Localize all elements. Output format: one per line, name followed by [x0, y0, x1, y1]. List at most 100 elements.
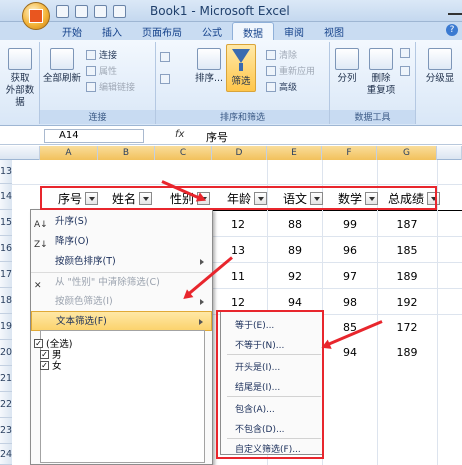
chevron-right-icon [200, 259, 204, 265]
group-label-connections: 连接 [40, 110, 155, 124]
column-header-e[interactable]: E [267, 146, 322, 160]
row-header[interactable]: 16 [0, 236, 12, 262]
select-all-corner[interactable] [0, 146, 40, 160]
column-header-g[interactable]: G [377, 146, 437, 160]
row-header[interactable]: 19 [0, 314, 12, 340]
column-header-f[interactable]: F [322, 146, 377, 160]
group-data-tools: 分列 删除 重复项 数据工具 [330, 42, 416, 124]
row-header[interactable]: 15 [0, 210, 12, 236]
cell[interactable]: 12 [218, 218, 258, 231]
cell[interactable]: 88 [275, 218, 315, 231]
checkbox-female[interactable]: ✓ 女 [40, 358, 62, 372]
advanced-button[interactable]: 高级 [266, 80, 297, 93]
column-header-d[interactable]: D [212, 146, 267, 160]
help-icon[interactable]: ? [446, 24, 458, 36]
ribbon: 获取 外部数据 全部刷新 连接 属性 编辑链接 连接 排序... 清除 重新应用… [0, 40, 462, 126]
save-icon[interactable] [56, 4, 69, 18]
row-header[interactable]: 23 [0, 418, 12, 444]
row-header[interactable]: 21 [0, 366, 12, 392]
cell[interactable]: 13 [218, 244, 258, 257]
group-label-sort-filter: 排序和筛选 [156, 110, 329, 124]
properties-icon [86, 65, 96, 76]
cell[interactable]: 172 [387, 321, 427, 334]
tab-insert[interactable]: 插入 [92, 22, 132, 40]
filter-button[interactable]: 筛选 [226, 44, 256, 92]
sort-za-icon [160, 74, 170, 84]
menu-item-sort-by-color[interactable]: 按颜色排序(T) [31, 252, 212, 272]
tab-view[interactable]: 视图 [314, 22, 354, 40]
annotation-header-box [40, 186, 437, 210]
outline-icon [428, 48, 452, 70]
office-logo-icon [29, 9, 43, 23]
cell[interactable]: 99 [330, 218, 370, 231]
sort-button[interactable]: 排序... [192, 48, 226, 85]
row-header[interactable]: 20 [0, 340, 12, 366]
cell[interactable]: 94 [275, 296, 315, 309]
outline-button[interactable]: 分级显 [418, 48, 462, 85]
connections-button[interactable]: 连接 [86, 48, 117, 61]
row-header[interactable]: 22 [0, 392, 12, 418]
cell[interactable]: 185 [387, 244, 427, 257]
tab-data[interactable]: 数据 [232, 22, 274, 40]
row-header[interactable]: 13 [0, 160, 12, 184]
column-header-c[interactable]: C [155, 146, 212, 160]
cell[interactable]: 11 [218, 270, 258, 283]
cell[interactable]: 189 [387, 270, 427, 283]
column-header-b[interactable]: B [98, 146, 155, 160]
tab-formulas[interactable]: 公式 [192, 22, 232, 40]
column-header-h[interactable] [437, 146, 462, 160]
cell[interactable]: 89 [275, 244, 315, 257]
tab-review[interactable]: 审阅 [274, 22, 314, 40]
chevron-right-icon [199, 319, 203, 325]
menu-item-text-filter[interactable]: 文本筛选(F) [31, 311, 212, 331]
column-header-a[interactable]: A [40, 146, 98, 160]
remove-duplicates-button[interactable]: 删除 重复项 [364, 48, 398, 97]
split-button[interactable]: 分列 [332, 48, 362, 85]
cell[interactable]: 96 [330, 244, 370, 257]
cell[interactable]: 189 [387, 346, 427, 359]
external-data-icon [8, 48, 32, 70]
fx-icon[interactable]: fx [175, 129, 184, 140]
get-external-data-button[interactable]: 获取 外部数据 [2, 48, 38, 109]
reapply-button[interactable]: 重新应用 [266, 64, 315, 77]
cell[interactable]: 187 [387, 218, 427, 231]
tab-home[interactable]: 开始 [52, 22, 92, 40]
group-connections: 全部刷新 连接 属性 编辑链接 连接 [40, 42, 156, 124]
office-button[interactable] [22, 2, 50, 30]
cell[interactable]: 98 [330, 296, 370, 309]
cell[interactable]: 12 [218, 296, 258, 309]
refresh-all-button[interactable]: 全部刷新 [42, 48, 82, 85]
preview-icon[interactable] [113, 4, 126, 18]
consolidate-button[interactable] [400, 66, 410, 76]
advanced-icon [266, 81, 276, 92]
row-header[interactable]: 17 [0, 262, 12, 288]
minimize-button[interactable] [448, 3, 462, 15]
sort-az-button[interactable] [160, 52, 170, 62]
cell[interactable]: 97 [330, 270, 370, 283]
cell[interactable]: 92 [275, 270, 315, 283]
menu-item-sort-desc[interactable]: Z↓ 降序(O) [31, 232, 212, 252]
group-external: 获取 外部数据 [0, 42, 40, 124]
chevron-right-icon [200, 299, 204, 305]
window-title: Book1 - Microsoft Excel [150, 4, 290, 18]
name-box[interactable]: A14 [44, 129, 144, 143]
validation-button[interactable] [400, 48, 410, 58]
filter-funnel-icon [232, 49, 250, 63]
tab-page-layout[interactable]: 页面布局 [132, 22, 192, 40]
cell[interactable]: 94 [330, 346, 370, 359]
formula-input[interactable]: 序号 [206, 129, 228, 145]
row-header[interactable]: 14 [0, 184, 12, 210]
menu-item-sort-asc[interactable]: A↓ 升序(S) [31, 212, 212, 232]
row-header[interactable]: 24 [0, 444, 12, 465]
group-outline: 分级显 [416, 42, 462, 124]
properties-button[interactable]: 属性 [86, 64, 117, 77]
edit-links-button[interactable]: 编辑链接 [86, 80, 135, 93]
cell[interactable]: 192 [387, 296, 427, 309]
redo-icon[interactable] [94, 4, 107, 18]
row-header[interactable]: 18 [0, 288, 12, 314]
undo-icon[interactable] [75, 4, 88, 18]
sort-za-button[interactable] [160, 74, 170, 84]
clear-button[interactable]: 清除 [266, 48, 297, 61]
links-icon [86, 81, 96, 92]
menu-item-clear-filter[interactable]: ✕ 从 "性别" 中清除筛选(C) [31, 272, 212, 292]
